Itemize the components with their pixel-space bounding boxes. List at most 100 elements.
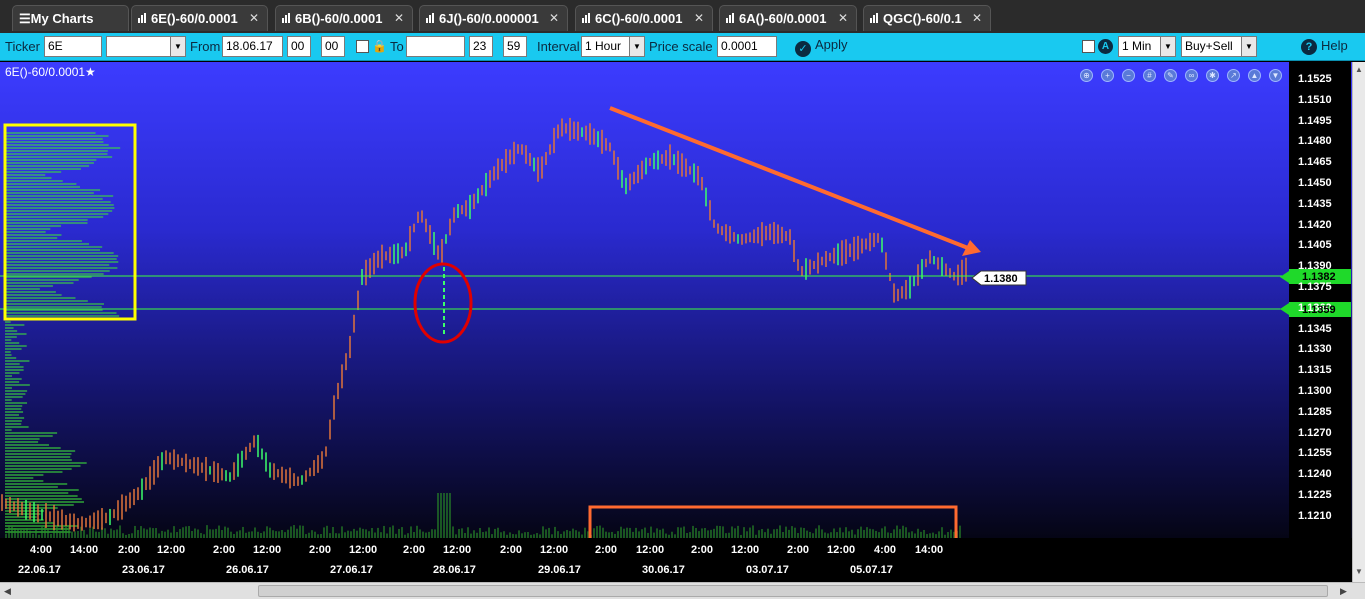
volume-bar	[206, 525, 208, 538]
profile-bar	[5, 282, 74, 284]
profile-bar	[5, 435, 53, 437]
profile-bar	[5, 150, 108, 152]
tab-6j[interactable]: 6J()-60/0.000001 ✕	[419, 5, 568, 31]
volume-bar	[179, 529, 181, 538]
profile-bar	[5, 369, 24, 371]
tab-qgc[interactable]: QGC()-60/0.1 ✕	[863, 5, 991, 31]
volume-bar	[563, 531, 565, 538]
vertical-scrollbar[interactable]: ▲ ▼	[1352, 62, 1365, 582]
y-tick-label: 1.1210	[1298, 509, 1332, 522]
volume-bar	[758, 530, 760, 538]
to-checkbox[interactable]	[356, 40, 369, 53]
profile-bar	[5, 225, 62, 227]
volume-bar	[818, 525, 820, 538]
from-min-input[interactable]: 00	[321, 36, 345, 57]
volume-bar	[452, 526, 454, 538]
volume-bar	[803, 527, 805, 538]
scroll-thumb[interactable]	[258, 585, 1328, 597]
volume-bar	[722, 526, 724, 538]
volume-bar	[767, 528, 769, 538]
volume-bar	[29, 530, 31, 538]
close-icon[interactable]: ✕	[838, 11, 848, 25]
scroll-right-icon[interactable]: ▶	[1340, 586, 1347, 597]
price-chart[interactable]: 6E()-60/0.0001★ ⊕ + − # ✎ ∞ ✱ ↗ ▲ ▼ 1.13…	[0, 62, 1365, 538]
volume-bar	[785, 526, 787, 538]
volume-bar	[716, 525, 718, 538]
profile-bar	[5, 180, 63, 182]
x-time-tick: 4:00	[874, 544, 897, 556]
close-icon[interactable]: ✕	[394, 11, 404, 25]
profile-bar	[5, 336, 17, 338]
profile-bar	[5, 219, 88, 221]
volume-histogram	[5, 493, 961, 538]
volume-bar	[362, 528, 364, 538]
volume-bar	[596, 526, 598, 538]
profile-bar	[5, 354, 12, 356]
option-checkbox[interactable]	[1082, 40, 1095, 53]
volume-bar	[65, 525, 67, 538]
horizontal-scrollbar[interactable]: ◀ ▶	[0, 582, 1365, 599]
y-tick-label: 1.1225	[1298, 489, 1332, 501]
help-button[interactable]: ? Help	[1301, 38, 1348, 55]
x-time-tick: 12:00	[731, 544, 760, 556]
auto-icon[interactable]: A	[1098, 39, 1113, 54]
tab-my-charts[interactable]: ☰My Charts	[12, 5, 129, 31]
apply-button[interactable]: ✓ Apply	[795, 37, 848, 57]
volume-bar	[326, 525, 328, 538]
close-icon[interactable]: ✕	[972, 11, 982, 25]
volume-bar	[479, 527, 481, 538]
volume-bar	[47, 528, 49, 538]
ticker-input[interactable]: 6E	[44, 36, 102, 57]
price-scale-axis[interactable]	[1289, 62, 1351, 538]
timeframe-select[interactable]: 1 Min ▼	[1118, 36, 1176, 57]
interval-select[interactable]: 1 Hour ▼	[581, 36, 645, 57]
x-time-tick: 14:00	[915, 544, 944, 556]
profile-bar	[5, 147, 121, 149]
tab-bar: ☰My Charts 6E()-60/0.0001 ✕ 6B()-60/0.00…	[0, 0, 1365, 33]
close-icon[interactable]: ✕	[249, 11, 259, 25]
ticker-dropdown[interactable]: ▼	[106, 36, 186, 57]
scroll-left-icon[interactable]: ◀	[4, 586, 11, 597]
volume-bar	[518, 530, 520, 538]
y-tick-label: 1.1495	[1298, 114, 1332, 127]
to-min-input[interactable]: 59	[503, 36, 527, 57]
volume-bar	[701, 528, 703, 538]
profile-bar	[5, 183, 77, 185]
from-date-input[interactable]: 18.06.17	[222, 36, 283, 57]
volume-bar	[44, 526, 46, 538]
y-tick-label: 1.1330	[1298, 343, 1332, 356]
volume-bar	[494, 528, 496, 538]
profile-bar	[5, 306, 102, 308]
x-date-tick: 30.06.17	[642, 564, 685, 576]
volume-bar	[473, 530, 475, 538]
x-time-tick: 12:00	[540, 544, 569, 556]
close-icon[interactable]: ✕	[549, 11, 559, 25]
volume-bar	[815, 528, 817, 538]
tab-6b[interactable]: 6B()-60/0.0001 ✕	[275, 5, 413, 31]
volume-bar	[356, 530, 358, 538]
tab-6c[interactable]: 6C()-60/0.0001 ✕	[575, 5, 713, 31]
volume-bar	[215, 528, 217, 538]
profile-bar	[5, 195, 114, 197]
profile-bar	[5, 228, 51, 230]
volume-bar	[401, 527, 403, 538]
tab-6a[interactable]: 6A()-60/0.0001 ✕	[719, 5, 857, 31]
volume-bar	[461, 528, 463, 538]
price-scale-input[interactable]: 0.0001	[717, 36, 777, 57]
tab-6e[interactable]: 6E()-60/0.0001 ✕	[131, 5, 268, 31]
x-time-tick: 12:00	[253, 544, 282, 556]
profile-bar	[5, 273, 104, 275]
to-hour-input[interactable]: 23	[469, 36, 493, 57]
scroll-up-icon[interactable]: ▲	[1355, 65, 1363, 74]
side-select[interactable]: Buy+Sell ▼	[1181, 36, 1257, 57]
volume-bar	[788, 529, 790, 538]
volume-bar	[566, 529, 568, 538]
volume-bar	[662, 528, 664, 538]
close-icon[interactable]: ✕	[694, 11, 704, 25]
to-date-input[interactable]	[406, 36, 465, 57]
from-hour-input[interactable]: 00	[287, 36, 311, 57]
x-time-tick: 2:00	[787, 544, 810, 556]
scroll-down-icon[interactable]: ▼	[1355, 567, 1363, 576]
profile-bar	[5, 342, 20, 344]
volume-bar	[224, 526, 226, 538]
